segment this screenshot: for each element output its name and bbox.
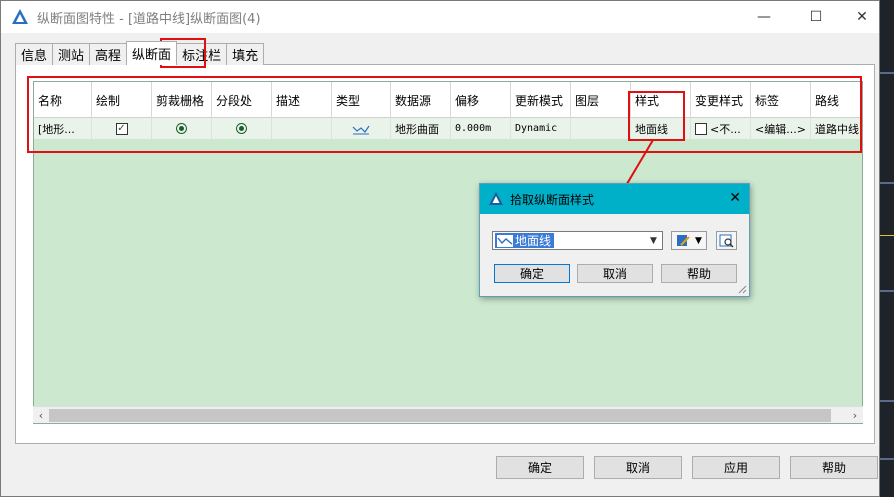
background-mark: [880, 182, 894, 184]
cancel-button[interactable]: 取消: [594, 456, 682, 479]
draw-checkbox[interactable]: ✓: [115, 122, 128, 135]
scroll-right-arrow-icon[interactable]: ›: [847, 407, 863, 424]
tab-stations[interactable]: 测站: [52, 43, 91, 65]
profile-line-icon: [352, 125, 370, 134]
profile-style-icon: [497, 234, 513, 247]
cell-split-at[interactable]: [212, 118, 272, 139]
cell-alignment: 道路中线: [811, 118, 862, 139]
override-style-checkbox[interactable]: [695, 122, 707, 135]
civil3d-app-icon: [489, 192, 503, 205]
preview-style-button[interactable]: [716, 231, 737, 250]
civil3d-app-icon: [12, 9, 28, 24]
close-button[interactable]: ✕: [839, 1, 885, 33]
chevron-down-icon: ▼: [695, 235, 702, 246]
column-header-clip-grid[interactable]: 剪裁栅格: [152, 82, 212, 118]
ok-button[interactable]: 确定: [496, 456, 584, 479]
tab-elevations[interactable]: 高程: [89, 43, 128, 65]
window-title: 纵断面图特性 - [道路中线]纵断面图(4): [37, 11, 261, 27]
maximize-button[interactable]: ☐: [793, 1, 839, 33]
cell-labels[interactable]: <编辑...>: [751, 118, 811, 139]
close-icon: ✕: [856, 9, 868, 25]
column-header-offset[interactable]: 偏移: [451, 82, 511, 118]
cell-offset: 0.000m: [451, 118, 511, 139]
apply-button[interactable]: 应用: [692, 456, 780, 479]
column-header-layer[interactable]: 图层: [571, 82, 631, 118]
pick-profile-style-dialog: 拾取纵断面样式 ✕ 地面线 ▼ ▼ 确定 取消 帮助: [479, 183, 750, 297]
split-at-radio[interactable]: [236, 123, 247, 134]
column-header-update-mode[interactable]: 更新模式: [511, 82, 571, 118]
column-header-data-source[interactable]: 数据源: [391, 82, 451, 118]
background-mark: [880, 235, 894, 236]
cell-data-source: 地形曲面: [391, 118, 451, 139]
cell-draw[interactable]: ✓: [92, 118, 152, 139]
tab-info[interactable]: 信息: [15, 43, 54, 65]
column-header-style[interactable]: 样式: [631, 82, 691, 118]
minimize-button[interactable]: —: [741, 1, 787, 33]
dialog-title-bar: 拾取纵断面样式 ✕: [480, 184, 749, 214]
profile-style-select[interactable]: 地面线 ▼: [492, 231, 663, 250]
dialog-cancel-button[interactable]: 取消: [577, 264, 653, 283]
dialog-title: 拾取纵断面样式: [510, 192, 595, 207]
background-drawing-area: [878, 0, 894, 497]
background-mark: [880, 290, 894, 292]
background-mark: [880, 72, 894, 74]
dialog-ok-button[interactable]: 确定: [494, 264, 570, 283]
column-header-type[interactable]: 类型: [332, 82, 391, 118]
dialog-help-button[interactable]: 帮助: [661, 264, 737, 283]
column-header-labels[interactable]: 标签: [751, 82, 811, 118]
cell-name[interactable]: [地形...: [34, 118, 92, 139]
resize-grip-icon[interactable]: [737, 284, 747, 294]
cell-override-style[interactable]: <不...: [691, 118, 751, 139]
column-header-alignment[interactable]: 路线: [811, 82, 862, 118]
chevron-down-icon[interactable]: ▼: [645, 232, 662, 249]
magnifier-preview-icon: [719, 234, 734, 247]
column-header-split-at[interactable]: 分段处: [212, 82, 272, 118]
background-mark: [880, 458, 894, 460]
override-style-value: <不...: [710, 122, 741, 136]
horizontal-scrollbar[interactable]: ‹ ›: [33, 406, 863, 423]
minimize-icon: —: [757, 9, 771, 25]
cell-description[interactable]: [272, 118, 332, 139]
column-header-draw[interactable]: 绘制: [92, 82, 152, 118]
dialog-close-icon[interactable]: ✕: [729, 190, 741, 206]
cell-update-mode[interactable]: Dynamic: [511, 118, 571, 139]
tab-profiles[interactable]: 纵断面: [126, 41, 178, 65]
scrollbar-thumb[interactable]: [49, 409, 831, 422]
tab-hatch[interactable]: 填充: [226, 43, 265, 65]
checkmark-icon: ✓: [117, 122, 126, 134]
edit-style-icon: [677, 234, 690, 246]
maximize-icon: ☐: [809, 9, 823, 25]
background-mark: [880, 400, 894, 402]
scroll-left-arrow-icon[interactable]: ‹: [33, 407, 49, 424]
profile-style-selected: 地面线: [495, 233, 555, 248]
help-button[interactable]: 帮助: [790, 456, 878, 479]
tab-strip: 信息 测站 高程 纵断面 标注栏 填充: [15, 41, 265, 65]
column-header-description[interactable]: 描述: [272, 82, 332, 118]
cell-type: [332, 118, 391, 139]
edit-style-button[interactable]: ▼: [671, 231, 707, 250]
profile-view-properties-window: 纵断面图特性 - [道路中线]纵断面图(4) — ☐ ✕ 信息 测站 高程 纵断…: [0, 0, 880, 497]
column-header-override-style[interactable]: 变更样式: [691, 82, 751, 118]
profile-style-value: 地面线: [515, 234, 552, 248]
clip-grid-radio[interactable]: [176, 123, 187, 134]
cell-clip-grid[interactable]: [152, 118, 212, 139]
grid-header-row: 名称 绘制 剪裁栅格 分段处 描述 类型 数据源 偏移 更新模式 图层 样式 变…: [34, 82, 862, 118]
table-row[interactable]: [地形... ✓ 地形曲面 0.000m Dynamic 地面线 <不... <…: [34, 118, 862, 139]
column-header-name[interactable]: 名称: [34, 82, 92, 118]
title-bar: 纵断面图特性 - [道路中线]纵断面图(4) — ☐ ✕: [1, 1, 879, 33]
tab-bands[interactable]: 标注栏: [176, 43, 228, 65]
